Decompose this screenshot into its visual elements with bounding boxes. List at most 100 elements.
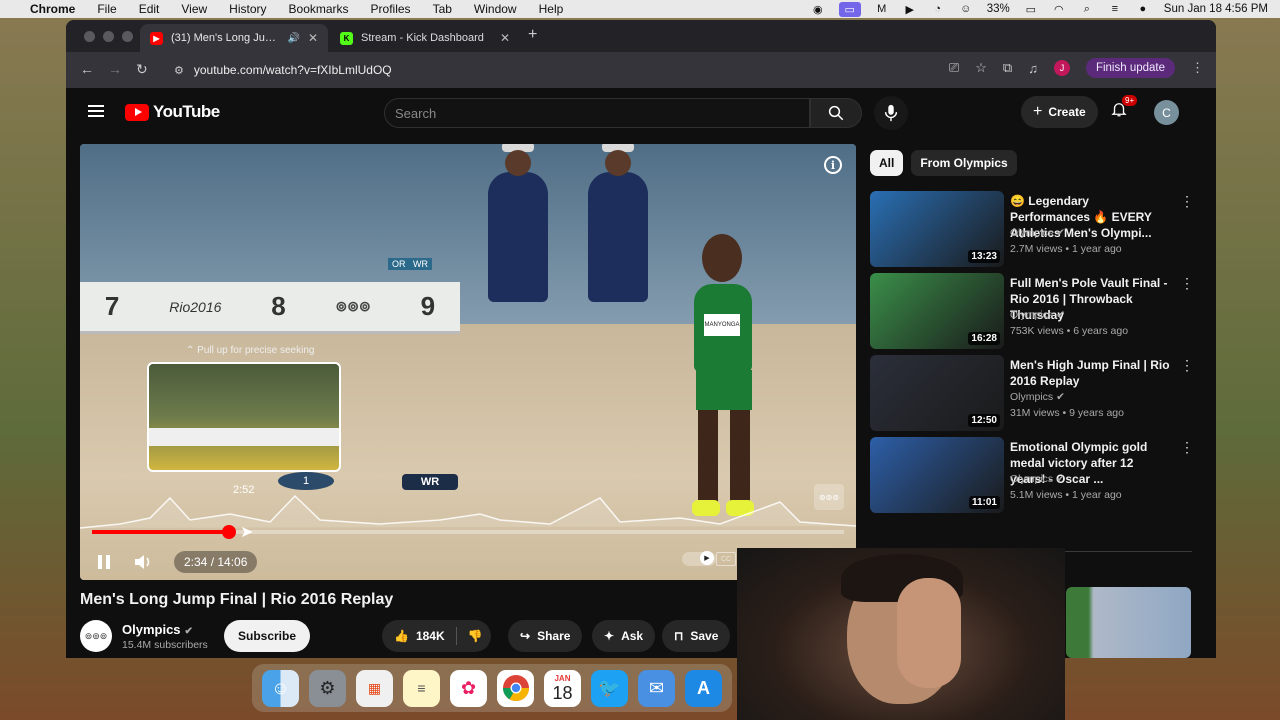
next-recommendation-thumbnail[interactable]	[1066, 587, 1191, 658]
twitter-icon[interactable]: 🐦	[591, 669, 628, 707]
ask-button[interactable]: ✦ Ask	[592, 620, 656, 652]
notifications-button[interactable]: 9+	[1110, 95, 1138, 123]
tab-youtube[interactable]: ▶ (31) Men's Long Jump Fi 🔊 ✕	[140, 24, 328, 52]
url-text[interactable]: youtube.com/watch?v=fXIbLmlUdOQ	[194, 63, 392, 77]
finder-icon[interactable]: ☺	[262, 669, 299, 707]
scrubber-handle[interactable]	[221, 525, 236, 539]
tab-kick[interactable]: K Stream - Kick Dashboard ✕	[330, 24, 520, 52]
profile-avatar[interactable]: J	[1053, 60, 1070, 76]
site-settings-icon[interactable]: ⚙	[174, 64, 184, 77]
battery-icon[interactable]: ▭	[1024, 3, 1038, 16]
menu-bookmarks[interactable]: Bookmarks	[289, 2, 349, 16]
recommendation-item[interactable]: 16:28 Full Men's Pole Vault Final - Rio …	[870, 273, 1200, 349]
progress-bar[interactable]	[92, 525, 844, 539]
screen-record-icon[interactable]: ▭	[838, 1, 861, 17]
autoplay-toggle[interactable]	[682, 551, 716, 566]
recommendation-thumbnail[interactable]: 13:23	[870, 191, 1004, 267]
bookmark-star-icon[interactable]: ☆	[975, 60, 987, 76]
channel-text[interactable]: Olympics	[1010, 391, 1053, 403]
recommendation-channel[interactable]: Olympics ✔	[1010, 473, 1065, 485]
recommendation-channel[interactable]: Olympics ✔	[1010, 391, 1065, 403]
recommendation-thumbnail[interactable]: 12:50	[870, 355, 1004, 431]
close-tab-icon[interactable]: ✕	[500, 31, 510, 45]
user-status-icon[interactable]: ☺	[959, 3, 973, 15]
address-bar[interactable]: ⚙ youtube.com/watch?v=fXIbLmlUdOQ	[164, 57, 924, 83]
more-options-icon[interactable]: ⋮	[1180, 275, 1194, 292]
channel-name[interactable]: Olympics ✔	[122, 622, 193, 637]
share-button[interactable]: ↪ Share	[508, 620, 583, 652]
close-window-button[interactable]	[84, 31, 95, 42]
channel-text[interactable]: Olympics	[1010, 309, 1053, 321]
recommendation-thumbnail[interactable]: 16:28	[870, 273, 1004, 349]
menu-tab[interactable]: Tab	[433, 2, 452, 16]
finish-update-button[interactable]: Finish update	[1085, 58, 1175, 78]
cast-icon[interactable]: ⎚	[949, 60, 959, 76]
notes-icon[interactable]: ≡	[403, 669, 440, 707]
video-player[interactable]: OR WR 7 Rio2016 8 ⊚⊚⊚ 9 MANYONGA 1 WR i …	[80, 144, 856, 580]
channel-avatar[interactable]: ⊚⊚⊚	[80, 620, 112, 652]
recommendation-item[interactable]: 11:01 Emotional Olympic gold medal victo…	[870, 437, 1200, 513]
like-button[interactable]: 👍 184K 👎	[382, 620, 491, 652]
audio-playing-icon[interactable]: 🔊	[287, 33, 299, 44]
menu-app-name[interactable]: Chrome	[30, 2, 75, 16]
channel-text[interactable]: Olympics	[1010, 227, 1053, 239]
menu-help[interactable]: Help	[539, 2, 564, 16]
menu-profiles[interactable]: Profiles	[371, 2, 411, 16]
extensions-icon[interactable]: ⧉	[1003, 60, 1012, 76]
launchpad-icon[interactable]: ▦	[356, 669, 393, 707]
forward-arrow-icon[interactable]: →	[108, 61, 122, 77]
app-store-icon[interactable]: A	[685, 669, 722, 707]
chip-all[interactable]: All	[870, 150, 904, 176]
reload-icon[interactable]: ↻	[136, 61, 148, 78]
recommendation-item[interactable]: 12:50 Men's High Jump Final | Rio 2016 R…	[870, 355, 1200, 431]
guide-menu-icon[interactable]	[88, 105, 104, 117]
calendar-icon[interactable]: JAN 18	[544, 669, 581, 707]
search-input[interactable]: Search	[384, 98, 810, 128]
menu-history[interactable]: History	[229, 2, 266, 16]
recommendation-item[interactable]: 13:23 😄 Legendary Performances 🔥 EVERY A…	[870, 191, 1200, 267]
channel-text[interactable]: Olympics	[1010, 473, 1053, 485]
save-button[interactable]: ⊓ Save	[662, 620, 731, 652]
voice-search-button[interactable]	[874, 96, 908, 130]
more-options-icon[interactable]: ⋮	[1180, 357, 1194, 374]
recommendation-thumbnail[interactable]: 11:01	[870, 437, 1004, 513]
youtube-logo[interactable]: YouTube	[125, 102, 220, 122]
captions-icon[interactable]: CC	[716, 552, 736, 566]
minimize-window-button[interactable]	[103, 31, 114, 42]
siri-icon[interactable]: ●	[1136, 3, 1150, 15]
recommendation-channel[interactable]: Olympics ✔	[1010, 227, 1065, 239]
thumbs-down-icon[interactable]: 👎	[468, 629, 483, 643]
media-controls-icon[interactable]: ♫	[1028, 61, 1038, 76]
wifi-icon[interactable]: ◠	[1052, 3, 1066, 16]
spotlight-search-icon[interactable]: ⌕	[1080, 3, 1094, 15]
create-button[interactable]: + Create	[1021, 96, 1098, 128]
close-tab-icon[interactable]: ✕	[308, 31, 318, 45]
pause-button[interactable]	[94, 552, 114, 572]
timer-icon[interactable]: ◔	[931, 3, 945, 15]
chrome-icon[interactable]	[497, 669, 534, 707]
new-tab-icon[interactable]: +	[528, 26, 537, 44]
info-icon[interactable]: i	[824, 156, 842, 174]
menu-clock[interactable]: Sun Jan 18 4:56 PM	[1164, 3, 1268, 15]
zoom-window-button[interactable]	[122, 31, 133, 42]
mail-icon[interactable]: ✉	[638, 669, 675, 707]
chip-from-olympics[interactable]: From Olympics	[911, 150, 1017, 176]
more-options-icon[interactable]: ⋮	[1180, 439, 1194, 456]
system-settings-icon[interactable]: ⚙	[309, 669, 346, 707]
search-button[interactable]	[810, 98, 862, 128]
status-icon-1[interactable]: ◉	[811, 3, 825, 16]
menu-window[interactable]: Window	[474, 2, 517, 16]
menu-edit[interactable]: Edit	[139, 2, 160, 16]
menu-file[interactable]: File	[97, 2, 116, 16]
recommendation-channel[interactable]: Olympics ✔	[1010, 309, 1065, 321]
app-m-icon[interactable]: M	[875, 3, 889, 15]
back-arrow-icon[interactable]: ←	[80, 61, 94, 77]
play-status-icon[interactable]: ▶	[903, 3, 917, 16]
recommendation-title[interactable]: Men's High Jump Final | Rio 2016 Replay	[1010, 357, 1170, 389]
volume-button[interactable]	[134, 552, 154, 572]
channel-name-text[interactable]: Olympics	[122, 622, 181, 637]
account-avatar[interactable]: C	[1154, 100, 1179, 125]
subscribe-button[interactable]: Subscribe	[224, 620, 311, 652]
menu-view[interactable]: View	[181, 2, 207, 16]
chrome-menu-icon[interactable]: ⋮	[1191, 60, 1204, 76]
